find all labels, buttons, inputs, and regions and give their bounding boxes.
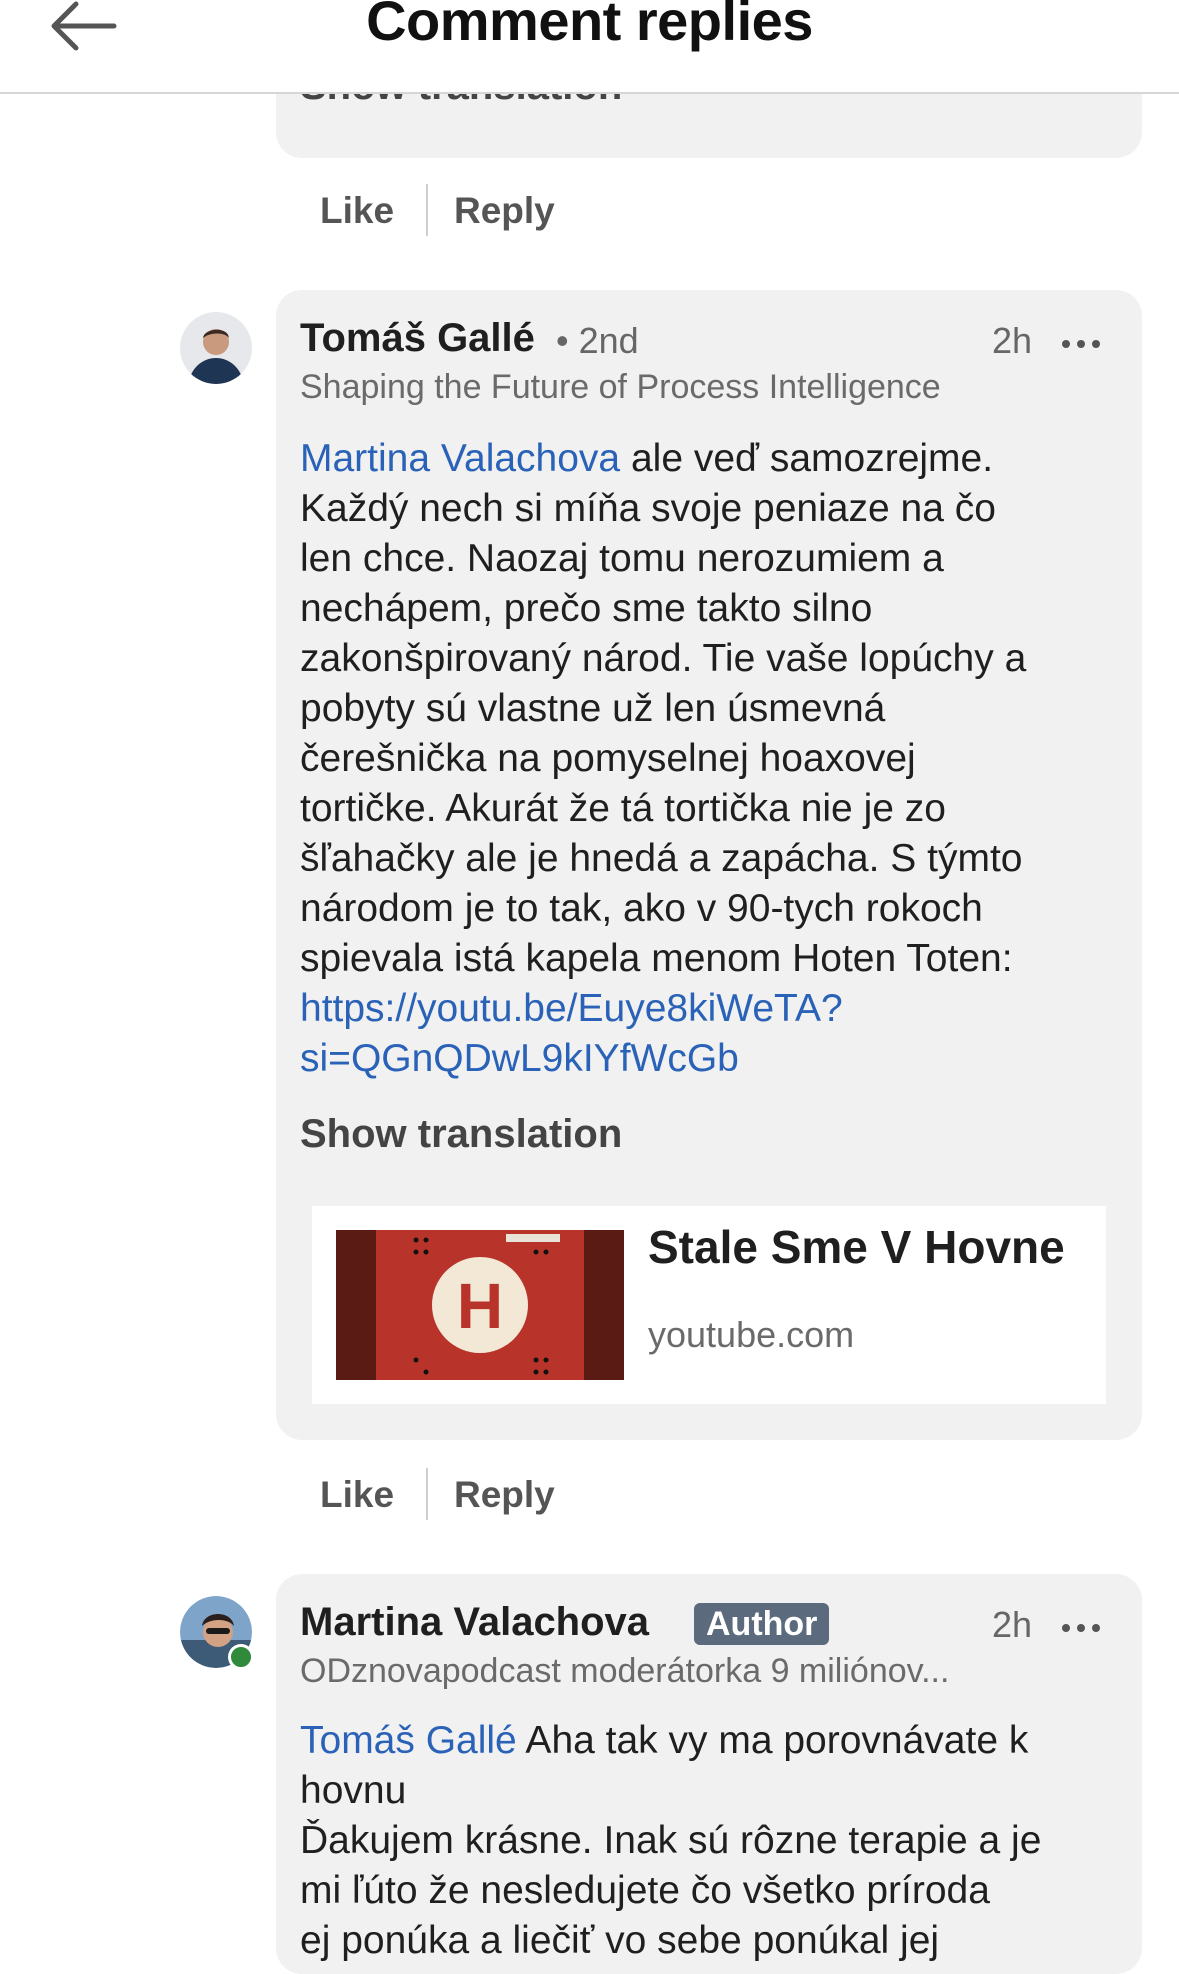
- avatar[interactable]: [180, 1596, 254, 1670]
- url-link-continued[interactable]: si=QGnQDwL9kIYfWcGb: [300, 1034, 1120, 1084]
- timestamp: 2h: [992, 320, 1033, 361]
- link-preview-title: Stale Sme V Hovne: [648, 1221, 1065, 1273]
- online-status-dot: [228, 1644, 254, 1670]
- mention-link[interactable]: Tomáš Gallé: [300, 1719, 517, 1762]
- video-thumbnail: H: [336, 1230, 624, 1380]
- mention-link[interactable]: Martina Valachova: [300, 437, 620, 480]
- divider: [426, 184, 428, 236]
- top-bar: Comment replies: [0, 0, 1179, 94]
- divider: [426, 1468, 428, 1520]
- show-translation-link[interactable]: Show translation: [300, 1112, 622, 1157]
- url-link[interactable]: https://youtu.be/Euye8kiWeTA?: [300, 984, 1120, 1034]
- author-name[interactable]: Martina Valachova: [300, 1600, 649, 1645]
- more-options-icon[interactable]: [1058, 1612, 1104, 1642]
- like-button[interactable]: Like: [320, 1474, 394, 1516]
- like-button[interactable]: Like: [320, 190, 394, 232]
- reply-button[interactable]: Reply: [454, 1474, 555, 1516]
- author-headline: Shaping the Future of Process Intelligen…: [300, 368, 941, 406]
- more-options-icon[interactable]: [1058, 328, 1104, 358]
- author-badge: Author: [694, 1603, 830, 1645]
- comment-text: Tomáš Gallé Aha tak vy ma porovnávate k …: [300, 1719, 1042, 1962]
- reply-button[interactable]: Reply: [454, 190, 555, 232]
- link-preview-domain: youtube.com: [648, 1314, 855, 1355]
- page-title: Comment replies: [366, 0, 813, 52]
- svg-text:H: H: [457, 1270, 503, 1342]
- timestamp: 2h: [992, 1604, 1033, 1645]
- connection-degree: • 2nd: [556, 320, 639, 361]
- link-preview-card[interactable]: H Stale Sme V Hovne youtube.com: [312, 1206, 1106, 1404]
- author-name[interactable]: Tomáš Gallé: [300, 316, 535, 361]
- comment-text: Martina Valachova ale veď samozrejme. Ka…: [300, 434, 1120, 1084]
- avatar[interactable]: [180, 312, 252, 384]
- author-headline: ODznovapodcast moderátorka 9 miliónov...: [300, 1652, 950, 1690]
